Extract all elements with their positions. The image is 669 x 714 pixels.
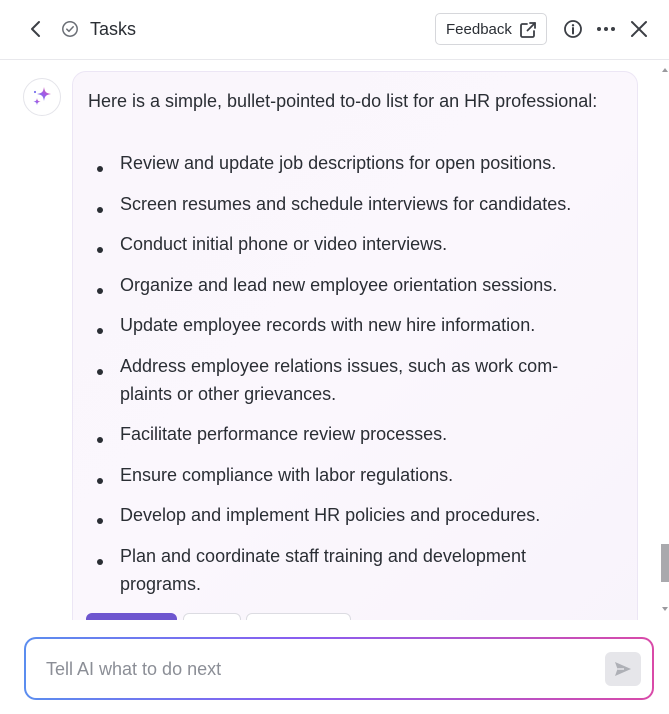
more-button[interactable] — [594, 17, 618, 41]
bullet-dot — [97, 477, 103, 484]
sparkle-icon — [33, 87, 51, 106]
list-item-text: Review and update job descriptions for o… — [120, 153, 557, 173]
bullet-dot — [97, 247, 103, 253]
feedback-button[interactable]: Feedback — [435, 13, 547, 45]
bullet-dot — [97, 558, 103, 565]
close-icon — [631, 21, 647, 37]
composer-inner — [26, 639, 652, 698]
list-item-text: Facilitate performance review processes. — [120, 424, 448, 444]
action-button-secondary[interactable] — [183, 613, 241, 620]
prompt-input[interactable] — [46, 651, 586, 687]
list-item-text: Ensure compliance with labor regulations… — [120, 464, 454, 485]
close-button[interactable] — [626, 17, 652, 41]
bullet-dot — [97, 368, 103, 375]
list-item: Plan and coordinate staff training and d… — [88, 542, 608, 598]
action-button-tertiary[interactable] — [246, 613, 351, 620]
external-link-icon — [520, 22, 536, 38]
composer — [24, 637, 654, 700]
scrollbar-thumb[interactable] — [661, 544, 669, 582]
bullet-dot — [97, 437, 103, 443]
list-item-text: Screen resumes and schedule interviews f… — [120, 193, 572, 214]
scroll-up-arrow-icon[interactable] — [661, 66, 669, 74]
list-item: Review and update job descriptions for o… — [88, 149, 608, 177]
ai-avatar — [23, 78, 61, 116]
bullet-dot — [97, 287, 103, 294]
list-item: Ensure compliance with labor regulations… — [88, 461, 608, 489]
list-item: Conduct initial phone or video interview… — [88, 230, 608, 258]
header: Tasks Feedback — [0, 0, 669, 60]
info-icon — [564, 20, 582, 38]
more-dots-icon — [597, 27, 615, 31]
bullet-dot — [97, 518, 103, 524]
check-circle-icon — [60, 18, 80, 40]
send-icon — [615, 662, 631, 676]
list-item-text: Update employee records with new hire in… — [120, 315, 536, 335]
ai-message: Here is a simple, bullet-pointed to-do l… — [72, 71, 638, 620]
action-button-primary[interactable] — [86, 613, 177, 620]
bullet-dot — [97, 206, 103, 213]
list-item: Update employee records with new hire in… — [88, 311, 608, 339]
list-item: Address employee relations issues, such … — [88, 352, 608, 408]
list-item-text: Plan and coordinate staff training and d… — [120, 545, 526, 594]
list-item-text: Address employee relations issues, such … — [120, 355, 559, 404]
list-item: Screen resumes and schedule interviews f… — [88, 190, 608, 218]
list-item-text: Conduct initial phone or video interview… — [120, 234, 448, 254]
todo-list: Review and update job descriptions for o… — [88, 149, 608, 610]
list-item: Organize and lead new employee orientati… — [88, 271, 608, 299]
back-button[interactable] — [24, 16, 48, 42]
bullet-dot — [97, 328, 103, 334]
list-item-text: Organize and lead new employee orientati… — [120, 274, 558, 295]
list-item-text: Develop and implement HR policies and pr… — [120, 505, 541, 525]
feedback-label: Feedback — [446, 20, 512, 38]
bullet-dot — [97, 166, 103, 172]
message-intro: Here is a simple, bullet-pointed to-do l… — [88, 91, 598, 111]
list-item: Develop and implement HR policies and pr… — [88, 501, 608, 529]
list-item: Facilitate performance review processes. — [88, 420, 608, 448]
send-button[interactable] — [605, 652, 641, 686]
page-title: Tasks — [90, 19, 137, 39]
scroll-down-arrow-icon[interactable] — [661, 605, 669, 613]
chevron-left-icon — [31, 21, 40, 37]
info-button[interactable] — [561, 17, 585, 41]
chat-area[interactable]: Here is a simple, bullet-pointed to-do l… — [0, 61, 669, 620]
